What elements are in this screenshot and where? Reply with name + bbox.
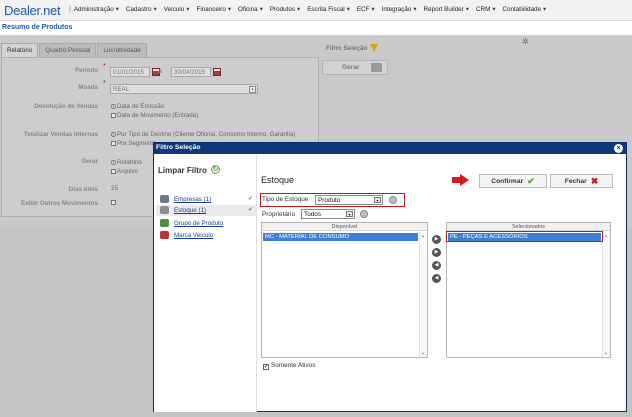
printer-icon: [371, 63, 382, 72]
chevron-down-icon: ▾: [374, 197, 381, 203]
filter-item-grupo-produto[interactable]: Grupo de Produto: [156, 218, 256, 229]
logo-text: Dealer: [4, 3, 40, 18]
arrow-pointer-icon: [452, 174, 469, 186]
menu-crm[interactable]: CRM ▾: [476, 6, 496, 13]
building-icon: [160, 195, 169, 203]
check-icon: ✔: [527, 176, 535, 186]
filter-selection-dialog: Filtro Seleção × Limpar Filtro ↻ Empresa…: [153, 142, 627, 412]
chevron-down-icon: ▾: [249, 86, 256, 93]
highlight-box: [446, 231, 603, 242]
available-list-item[interactable]: MC - MATERIAL DE CONSUMO: [263, 233, 418, 241]
menu-contabilidade[interactable]: Contabilidade ▾: [502, 6, 546, 13]
report-tabs: Relatório Quadro Pessoal Lucratividade: [1, 43, 148, 57]
section-title: Estoque: [261, 175, 295, 185]
menu-separator: |: [69, 6, 71, 13]
close-icon: ✖: [590, 176, 599, 186]
clear-filter-button[interactable]: Limpar Filtro: [158, 166, 207, 175]
scrollbar[interactable]: ▲ ▼: [602, 232, 610, 357]
tipo-estoque-label: Tipo de Estoque: [262, 196, 309, 203]
totalizar-option-destino[interactable]: Por Tipo de Destino (Cliente Oficina, Co…: [111, 131, 296, 138]
available-list[interactable]: Disponível MC - MATERIAL DE CONSUMO ▲ ▼: [261, 222, 428, 358]
menu-ecf[interactable]: ECF ▾: [357, 6, 375, 13]
menu-administracao[interactable]: Administração ▾: [74, 6, 119, 13]
tipo-estoque-select[interactable]: Produto ▾: [315, 195, 383, 205]
main-menu: | Administração ▾ Cadastro ▾ Veículo ▾ Fina…: [66, 6, 553, 13]
menu-integracao[interactable]: Integração ▾: [382, 6, 417, 13]
gerar-option-relatorio[interactable]: Relatório: [111, 159, 142, 166]
tab-quadro-pessoal[interactable]: Quadro Pessoal: [39, 43, 97, 57]
page-header: Resumo de Produtos: [0, 21, 632, 36]
page-title: Resumo de Produtos: [2, 24, 73, 31]
required-marker: *: [103, 80, 106, 87]
date-separator: a: [158, 68, 162, 75]
confirm-button[interactable]: Confirmar ✔: [479, 174, 547, 188]
tab-lucratividade[interactable]: Lucratividade: [97, 43, 147, 57]
tab-relatorio[interactable]: Relatório: [1, 43, 39, 57]
logo-suffix: net: [43, 3, 61, 18]
dialog-title: Filtro Seleção: [156, 144, 201, 151]
product-group-icon: [160, 219, 169, 227]
check-icon: ✔: [247, 196, 253, 202]
somente-ativos-checkbox[interactable]: ✔ Somente Ativos: [263, 362, 315, 370]
devolucao-label: Devolução de Vendas: [34, 103, 98, 110]
app-logo[interactable]: Dealer.net: [4, 3, 61, 18]
devolucao-option-movimento[interactable]: Data de Movimento (Entrada): [111, 112, 198, 119]
check-icon: ✔: [263, 364, 269, 370]
move-all-left-icon[interactable]: ◀: [432, 274, 441, 283]
top-navigation-bar: Dealer.net | Administração ▾ Cadastro ▾ Ve…: [0, 0, 632, 21]
menu-report-builder[interactable]: Report Builder ▾: [424, 6, 469, 13]
scrollbar[interactable]: ▲ ▼: [419, 232, 427, 357]
selected-list[interactable]: Selecionados PE - PEÇAS E ACESSÓRIOS ▲ ▼: [446, 222, 611, 358]
menu-oficina[interactable]: Oficina ▾: [238, 6, 263, 13]
totalizar-option-segmento[interactable]: Por Segmento: [111, 140, 157, 147]
exibir-outros-label: Exibir Outros Movimentos: [20, 200, 98, 207]
filter-item-empresas[interactable]: Empresas (1) ✔: [156, 194, 256, 205]
gear-icon[interactable]: [389, 196, 397, 204]
proprietario-select[interactable]: Todos ▾: [301, 209, 355, 219]
gerar-option-arquivo[interactable]: Arquivo: [111, 168, 138, 175]
filtro-selecao-link[interactable]: Filtro Seleção: [326, 45, 367, 52]
moeda-select[interactable]: REAL ▾: [110, 84, 258, 94]
close-icon[interactable]: ×: [614, 144, 623, 153]
dialog-titlebar: Filtro Seleção ×: [154, 143, 626, 154]
close-button[interactable]: Fechar ✖: [550, 174, 613, 188]
devolucao-option-emissao[interactable]: Data de Emissão: [111, 103, 164, 110]
filter-item-estoque[interactable]: Estoque (1) ✔: [156, 205, 256, 216]
menu-escrita-fiscal[interactable]: Escrita Fiscal ▾: [307, 6, 350, 13]
dias-uteis-value: 25: [111, 185, 118, 192]
box-icon: [160, 206, 169, 214]
move-all-right-icon[interactable]: ▶: [432, 248, 441, 257]
refresh-icon[interactable]: ↻: [211, 165, 220, 174]
gear-icon[interactable]: [360, 210, 368, 218]
loading-spinner-icon: ✲: [522, 37, 529, 46]
proprietario-label: Proprietário: [262, 211, 296, 218]
move-right-icon[interactable]: ▶: [432, 235, 441, 244]
exibir-outros-checkbox[interactable]: [111, 199, 117, 206]
date-to-field[interactable]: 30/04/2015: [171, 67, 211, 77]
car-icon: [160, 231, 169, 239]
check-icon: ✔: [247, 207, 253, 213]
menu-cadastro[interactable]: Cadastro ▾: [126, 6, 157, 13]
selected-list-header: Selecionados: [447, 223, 610, 231]
gerar-label: Gerar: [81, 158, 98, 165]
filter-funnel-icon[interactable]: [370, 44, 378, 52]
moeda-label: Moeda: [78, 84, 98, 91]
moeda-value: REAL: [113, 86, 130, 93]
menu-produtos[interactable]: Produtos ▾: [270, 6, 300, 13]
calendar-icon[interactable]: [213, 68, 221, 76]
available-list-header: Disponível: [262, 223, 427, 231]
dias-uteis-label: Dias úteis: [68, 186, 98, 193]
chevron-down-icon: ▾: [346, 211, 353, 217]
filter-item-marca-veiculo[interactable]: Marca Veículo: [156, 230, 256, 241]
move-left-icon[interactable]: ◀: [432, 261, 441, 270]
menu-veiculo[interactable]: Veículo ▾: [164, 6, 190, 13]
filter-list-panel: [154, 154, 257, 412]
totalizar-label: Totalizar Vendas Internas: [23, 131, 98, 138]
menu-financeiro[interactable]: Financeiro ▾: [196, 6, 231, 13]
